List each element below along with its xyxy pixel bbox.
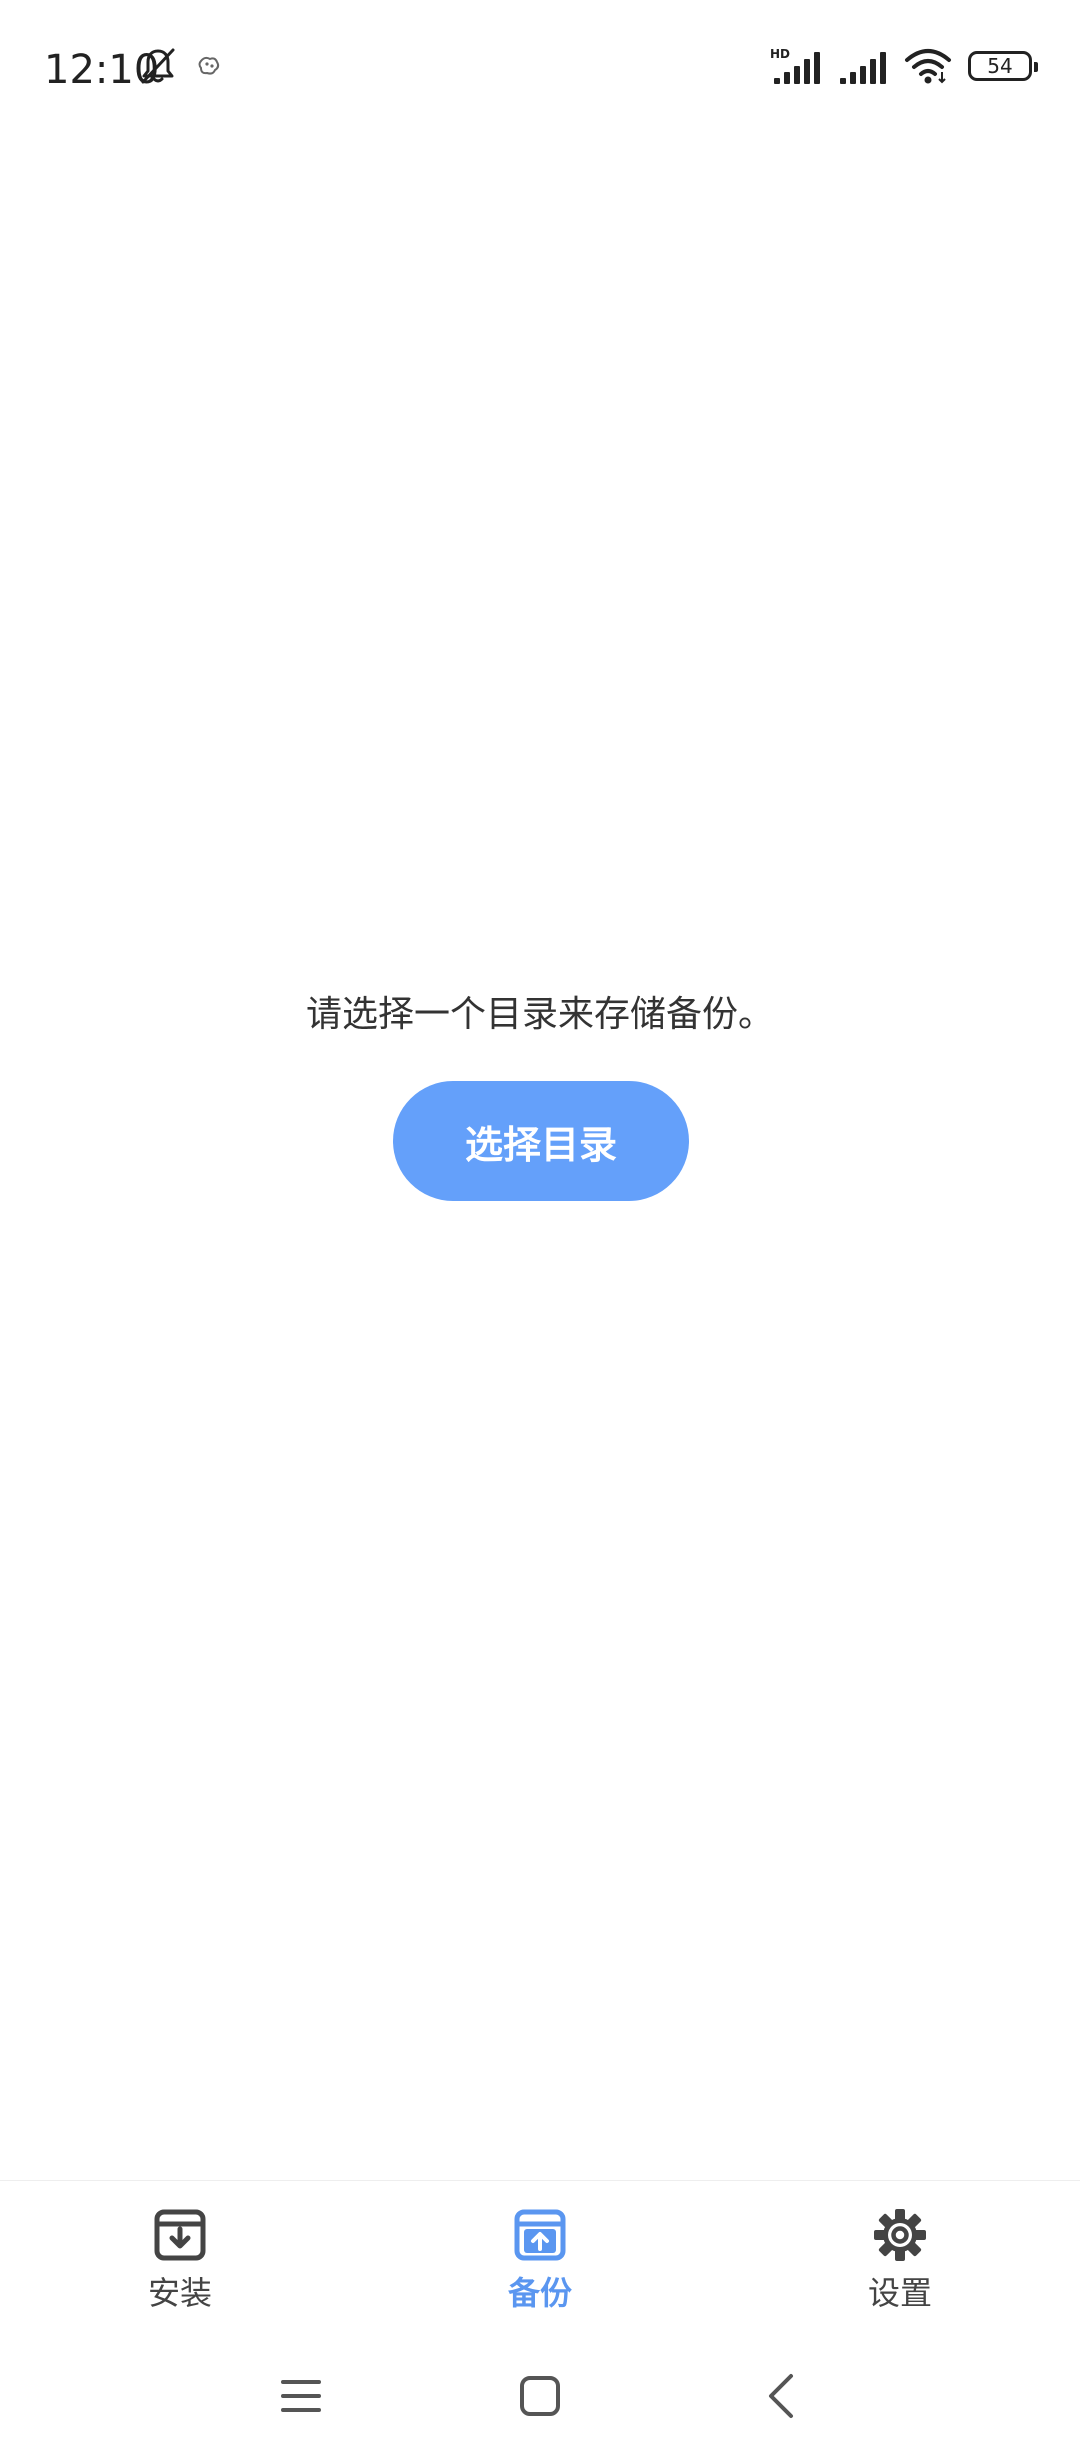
backup-box-icon [514, 2209, 566, 2261]
battery-level: 54 [987, 54, 1013, 78]
nav-label-install: 安装 [147, 2274, 212, 2312]
wifi-icon [905, 49, 951, 84]
nav-item-install[interactable]: 安装 [0, 2181, 360, 2331]
bell-muted-icon [141, 48, 175, 84]
nav-item-settings[interactable]: 设置 [720, 2181, 1080, 2331]
signal-hd-icon: HD [770, 47, 820, 84]
network-badge: HD [770, 47, 790, 61]
back-icon [769, 2374, 793, 2418]
recent-apps-button[interactable] [261, 2356, 341, 2436]
system-nav-bar [0, 2330, 1080, 2460]
gear-icon [874, 2209, 926, 2261]
nav-label-backup: 备份 [507, 2274, 572, 2312]
status-right-icons: HD 54 [770, 46, 1038, 86]
nav-item-backup[interactable]: 备份 [360, 2181, 720, 2331]
back-button[interactable] [741, 2356, 821, 2436]
status-bar: 12:10 HD 54 [0, 0, 1080, 140]
menu-icon [281, 2380, 321, 2412]
signal-icon [840, 52, 886, 84]
choose-directory-button[interactable]: 选择目录 [393, 1081, 689, 1201]
nav-label-settings: 设置 [867, 2274, 932, 2312]
bottom-nav: 安装 备份 设置 [0, 2180, 1080, 2331]
install-box-icon [154, 2209, 206, 2261]
empty-state-message: 请选择一个目录来存储备份。 [305, 994, 774, 1035]
home-button[interactable] [500, 2356, 580, 2436]
home-icon [520, 2376, 560, 2416]
status-left-icons [138, 46, 222, 86]
notification-icon [198, 56, 220, 75]
battery-icon: 54 [968, 51, 1038, 81]
main-content: 请选择一个目录来存储备份。 选择目录 [0, 140, 1080, 2180]
